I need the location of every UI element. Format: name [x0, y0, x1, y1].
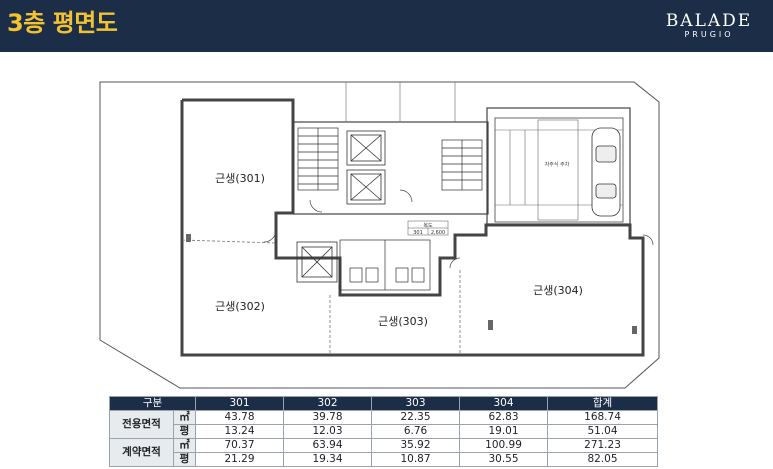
table-cell: 6.76 [371, 424, 461, 439]
page-title: 3층 평면도 [7, 9, 118, 37]
table-cell: 82.05 [547, 452, 659, 467]
table-cell: 43.78 [195, 410, 285, 425]
unit-label: ㎡ [172, 438, 197, 453]
table-cell: 63.94 [283, 438, 373, 453]
room-label-301: 근생(301) [215, 172, 265, 185]
room-label-302: 근생(302) [215, 300, 265, 313]
table-cell: 271.23 [547, 438, 659, 453]
table-row: 전용면적 ㎡ 43.78 39.78 22.35 62.83 168.74 [109, 410, 659, 439]
grid-lines [345, 82, 456, 122]
col-header-total: 합계 [547, 396, 659, 411]
table-cell: 19.34 [283, 452, 373, 467]
table-cell: 100.99 [459, 438, 549, 453]
table-row: 평 21.29 19.34 10.87 30.55 82.05 [110, 452, 659, 467]
table-cell: 51.04 [547, 424, 659, 439]
table-cell: 19.01 [459, 424, 549, 439]
floor-plan: 근생(301) 근생(302) 근생(303) 근생(304) 자주식 주차 복… [99, 81, 660, 389]
brand-main: BALADE [665, 11, 753, 31]
group-label-contract: 계약면적 [109, 438, 174, 467]
group-label-exclusive: 전용면적 [109, 410, 174, 439]
corridor-table-title: 복도 [423, 223, 433, 229]
table-cell: 13.24 [195, 424, 285, 439]
col-header-category: 구분 [108, 396, 197, 411]
table-row: 평 13.24 12.03 6.76 19.01 51.04 [110, 424, 659, 439]
brand-sub: PRUGIO [684, 30, 734, 39]
table-cell: 21.29 [195, 452, 285, 467]
page-header: 3층 평면도 BALADE PRUGIO [0, 0, 773, 52]
table-row: 계약면적 ㎡ 70.37 63.94 35.92 100.99 271.23 [109, 438, 659, 467]
stair-left [297, 127, 339, 191]
unit-label: 평 [172, 424, 197, 439]
room-label-303: 근생(303) [378, 315, 428, 328]
col-header-304: 304 [459, 396, 549, 411]
col-header-303: 303 [371, 396, 461, 411]
unit-label: 평 [172, 452, 197, 467]
table-cell: 35.92 [371, 438, 461, 453]
table-cell: 30.55 [459, 452, 549, 467]
table-header-row: 구분 301 302 303 304 합계 [108, 396, 659, 411]
table-cell: 12.03 [283, 424, 373, 439]
col-header-301: 301 [195, 396, 285, 411]
site-boundary [99, 81, 660, 389]
car-icon [591, 127, 621, 217]
table-cell: 70.37 [195, 438, 285, 453]
table-cell: 168.74 [547, 410, 659, 425]
stair-right [441, 139, 483, 191]
table-cell: 10.87 [371, 452, 461, 467]
col-header-302: 302 [283, 396, 373, 411]
table-cell: 22.35 [371, 410, 461, 425]
table-cell: 62.83 [459, 410, 549, 425]
area-table: 구분 301 302 303 304 합계 전용면적 ㎡ 43.78 39.78… [108, 396, 659, 467]
unit-label: ㎡ [172, 410, 197, 425]
corridor-table-unit: 301 [413, 230, 423, 236]
corridor-table-width: 2,600 [431, 230, 445, 236]
restrooms [339, 239, 431, 291]
brand-logo: BALADE PRUGIO [659, 12, 759, 40]
parking-label: 자주식 주차 [545, 161, 570, 168]
room-label-304: 근생(304) [533, 284, 583, 297]
table-cell: 39.78 [283, 410, 373, 425]
